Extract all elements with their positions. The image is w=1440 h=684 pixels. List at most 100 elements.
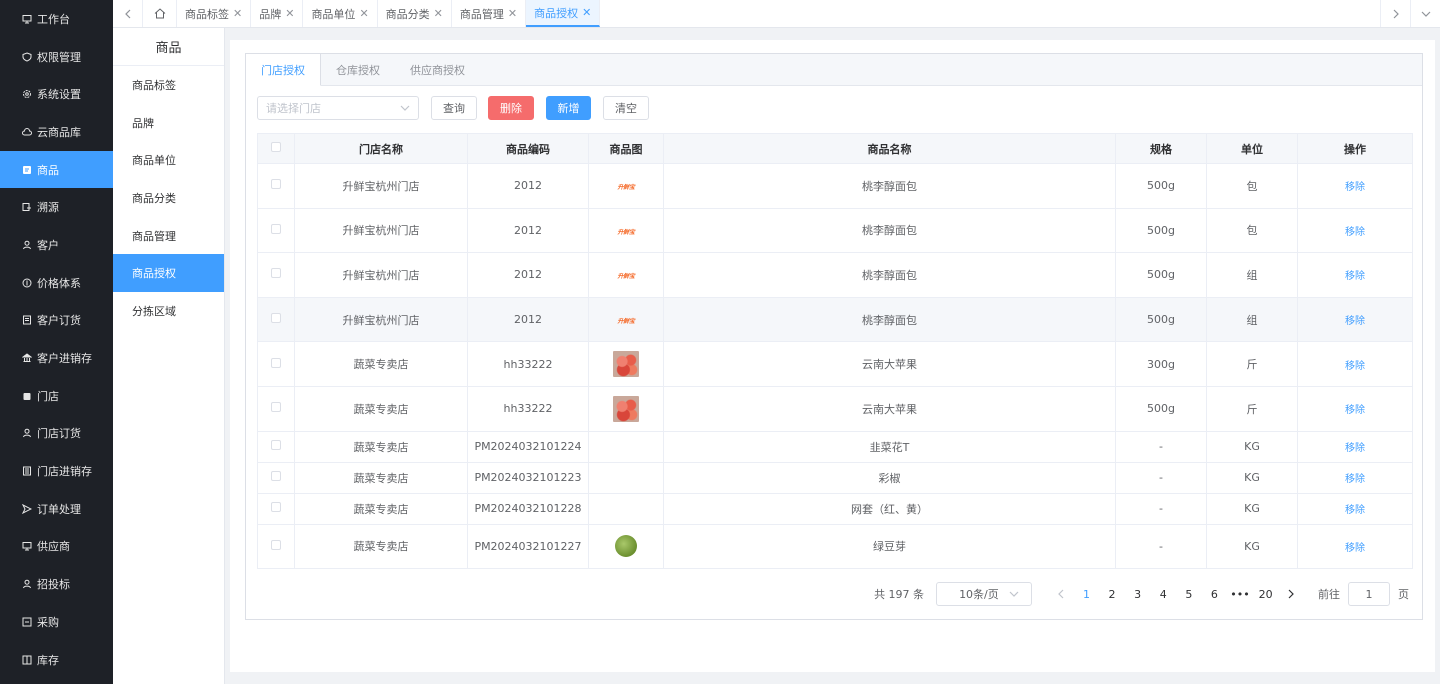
page-number-button[interactable]: 20: [1253, 582, 1279, 606]
unit-cell: 组: [1206, 252, 1298, 298]
monitor-icon: [22, 541, 32, 551]
tabs-scroll-left-button[interactable]: [113, 0, 143, 27]
submenu-item[interactable]: 商品管理: [113, 217, 224, 255]
remove-link[interactable]: 移除: [1345, 474, 1365, 485]
close-icon[interactable]: ✕: [508, 7, 517, 20]
submenu-item[interactable]: 品牌: [113, 104, 224, 142]
submenu-item[interactable]: 商品单位: [113, 141, 224, 179]
tabs-menu-button[interactable]: [1410, 0, 1440, 27]
more-pages-button[interactable]: •••: [1227, 582, 1253, 606]
sidebar-item[interactable]: 客户: [0, 226, 113, 264]
remove-link[interactable]: 移除: [1345, 543, 1365, 554]
sidebar-item[interactable]: 供应商: [0, 528, 113, 566]
row-checkbox[interactable]: [271, 440, 281, 451]
top-tab[interactable]: 商品标签 ✕: [177, 0, 252, 27]
unit-cell: 斤: [1206, 341, 1298, 387]
spec-cell: 300g: [1115, 341, 1207, 387]
sidebar-item[interactable]: 招投标: [0, 565, 113, 603]
store-name-cell: 蔬菜专卖店: [294, 386, 468, 432]
submenu-item[interactable]: 商品分类: [113, 179, 224, 217]
remove-link[interactable]: 移除: [1345, 505, 1365, 516]
product-name-cell: 绿豆芽: [663, 524, 1116, 569]
action-cell: 移除: [1297, 524, 1413, 569]
sidebar-item[interactable]: 订单处理: [0, 490, 113, 528]
sidebar-item[interactable]: 门店: [0, 377, 113, 415]
row-select-cell: [257, 297, 295, 343]
close-icon[interactable]: ✕: [582, 6, 591, 19]
top-tab[interactable]: 商品授权 ✕: [526, 0, 601, 27]
product-name-cell: 桃李醇面包: [663, 208, 1116, 254]
close-icon[interactable]: ✕: [434, 7, 443, 20]
row-checkbox[interactable]: [271, 471, 281, 482]
sidebar-item[interactable]: 采购: [0, 603, 113, 641]
tabs-scroll-right-button[interactable]: [1380, 0, 1410, 27]
page-number-button[interactable]: 4: [1150, 582, 1176, 606]
sidebar-item[interactable]: 价格体系: [0, 264, 113, 302]
submenu-item[interactable]: 商品授权: [113, 254, 224, 293]
next-page-button[interactable]: [1278, 582, 1304, 606]
remove-link[interactable]: 移除: [1345, 182, 1365, 193]
sidebar-item[interactable]: 系统设置: [0, 75, 113, 113]
page-number-button[interactable]: 5: [1176, 582, 1202, 606]
top-tab[interactable]: 商品管理 ✕: [452, 0, 527, 27]
page-size-select[interactable]: 10条/页: [936, 582, 1033, 606]
close-icon[interactable]: ✕: [285, 7, 294, 20]
panel-tab[interactable]: 门店授权: [246, 54, 321, 86]
remove-link[interactable]: 移除: [1345, 227, 1365, 238]
product-name-cell: 云南大苹果: [663, 386, 1116, 432]
row-checkbox[interactable]: [271, 179, 281, 190]
row-checkbox[interactable]: [271, 502, 281, 513]
home-tab[interactable]: [143, 0, 177, 27]
remove-link[interactable]: 移除: [1345, 361, 1365, 372]
top-tab[interactable]: 商品分类 ✕: [378, 0, 452, 27]
product-logo-image: 升鲜宝: [617, 273, 635, 281]
sidebar-item[interactable]: 门店订货: [0, 415, 113, 453]
top-tab[interactable]: 商品单位 ✕: [303, 0, 378, 27]
page-number-button[interactable]: 2: [1099, 582, 1125, 606]
remove-link[interactable]: 移除: [1345, 443, 1365, 454]
toolbar: 请选择门店 查询 删除 新增 清空: [257, 96, 649, 120]
sidebar-item[interactable]: 商品: [0, 150, 113, 189]
select-all-checkbox[interactable]: [271, 142, 281, 152]
store-name-cell: 蔬菜专卖店: [294, 341, 468, 387]
clear-button[interactable]: 清空: [603, 96, 649, 120]
store-select[interactable]: 请选择门店: [257, 96, 419, 120]
product-image-cell: 升鲜宝: [588, 252, 664, 298]
remove-link[interactable]: 移除: [1345, 316, 1365, 327]
sidebar-item[interactable]: 溯源: [0, 188, 113, 226]
sidebar-item[interactable]: 云商品库: [0, 113, 113, 151]
row-checkbox[interactable]: [271, 357, 281, 368]
top-tab[interactable]: 品牌 ✕: [251, 0, 304, 27]
row-checkbox[interactable]: [271, 223, 281, 234]
sidebar-item[interactable]: 工作台: [0, 0, 113, 38]
close-icon[interactable]: ✕: [233, 7, 242, 20]
prev-page-button[interactable]: [1048, 582, 1074, 606]
page-number-button[interactable]: 1: [1074, 582, 1100, 606]
sidebar-item[interactable]: 门店进销存: [0, 452, 113, 490]
table-row: 蔬菜专卖店 hh33222 云南大苹果 500g 斤 移除: [257, 386, 1413, 432]
sidebar-item[interactable]: 客户订货: [0, 302, 113, 340]
submenu-item[interactable]: 分拣区域: [113, 292, 224, 330]
remove-link[interactable]: 移除: [1345, 405, 1365, 416]
sidebar-item[interactable]: 客户进销存: [0, 339, 113, 377]
page-number-button[interactable]: 3: [1125, 582, 1151, 606]
submenu-item[interactable]: 商品标签: [113, 66, 224, 104]
query-button[interactable]: 查询: [431, 96, 477, 120]
panel-tab[interactable]: 仓库授权: [321, 54, 395, 85]
page-number-button[interactable]: 6: [1202, 582, 1228, 606]
row-checkbox[interactable]: [271, 268, 281, 279]
row-checkbox[interactable]: [271, 313, 281, 324]
add-button[interactable]: 新增: [546, 96, 591, 120]
page-jumper: 前往 1 页: [1318, 582, 1409, 606]
sidebar-item-label: 采购: [37, 615, 59, 629]
sidebar-item-label: 价格体系: [37, 276, 81, 290]
panel-tab[interactable]: 供应商授权: [395, 54, 480, 85]
row-checkbox[interactable]: [271, 402, 281, 413]
row-checkbox[interactable]: [271, 539, 281, 550]
sidebar-item[interactable]: 权限管理: [0, 38, 113, 76]
goto-page-input[interactable]: 1: [1348, 582, 1390, 606]
remove-link[interactable]: 移除: [1345, 271, 1365, 282]
sidebar-item[interactable]: 库存: [0, 641, 113, 679]
close-icon[interactable]: ✕: [359, 7, 368, 20]
delete-button[interactable]: 删除: [488, 96, 534, 120]
